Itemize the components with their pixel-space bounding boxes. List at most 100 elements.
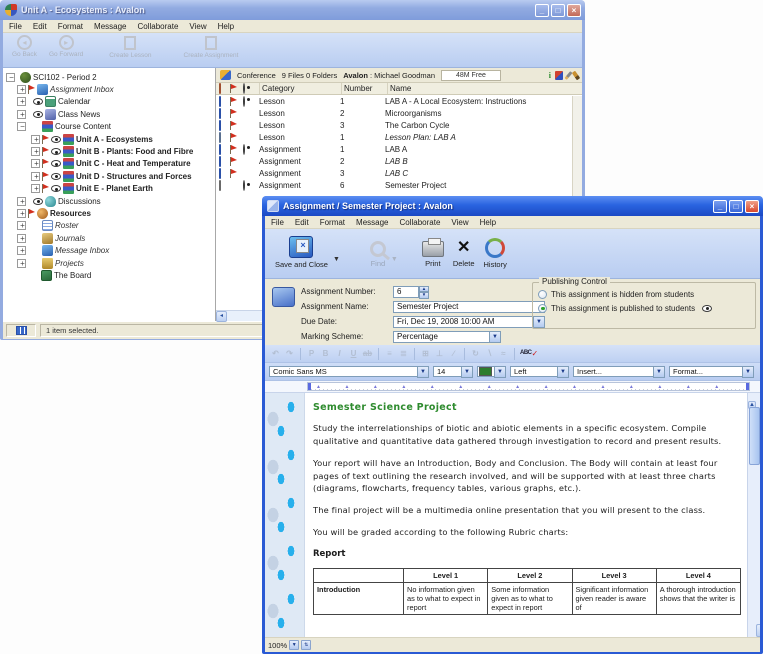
column-number[interactable]: Number [342, 84, 387, 93]
save-and-close-button[interactable]: Save and Close [273, 236, 330, 269]
tree-item-the-board[interactable]: The Board [3, 269, 215, 281]
expand-icon[interactable] [17, 110, 26, 119]
info-icon[interactable]: i [549, 71, 551, 80]
menu-file[interactable]: File [9, 22, 22, 31]
column-category[interactable]: Category [260, 84, 341, 93]
front-titlebar[interactable]: Assignment / Semester Project : Avalon _… [262, 196, 763, 216]
document-editor[interactable]: Semester Science Project Study the inter… [265, 393, 760, 637]
ruler[interactable] [265, 381, 760, 393]
outdent-icon[interactable]: ≡ [383, 347, 396, 360]
tree-item-projects[interactable]: Projects [3, 257, 215, 269]
document-vscrollbar[interactable]: ▲ ▼ [747, 393, 760, 637]
menu-collaborate[interactable]: Collaborate [138, 22, 179, 31]
view-mode-icon[interactable] [16, 326, 27, 335]
radio-published-option[interactable]: This assignment is published to students [538, 301, 751, 315]
document-content[interactable]: Semester Science Project Study the inter… [313, 393, 742, 637]
file-row[interactable]: Lesson 3 The Carbon Cycle [216, 119, 582, 131]
go-forward-button[interactable]: ▸ Go Forward [46, 35, 86, 58]
menu-format[interactable]: Format [320, 218, 345, 227]
create-assignment-button[interactable]: Create Assignment [181, 35, 242, 59]
zoom-dropdown-icon[interactable]: ▼ [289, 640, 299, 650]
spellcheck-icon[interactable]: ABC [519, 347, 533, 360]
marking-scheme-select[interactable]: Percentage ▼ [393, 331, 501, 343]
tree-item-roster[interactable]: Roster [3, 220, 215, 232]
due-date-select[interactable]: Fri, Dec 19, 2008 10:00 AM ▼ [393, 316, 545, 328]
expand-icon[interactable] [17, 85, 26, 94]
flag-column-icon[interactable] [230, 84, 231, 93]
close-button[interactable]: × [567, 4, 581, 17]
collapse-icon[interactable] [17, 122, 26, 131]
scrollbar-thumb[interactable] [749, 407, 760, 465]
radio-selected-icon[interactable] [538, 304, 547, 313]
tree-item-course-content[interactable]: Course Content [3, 121, 215, 133]
menu-help[interactable]: Help [218, 22, 234, 31]
expand-icon[interactable] [31, 147, 40, 156]
tree-item-message-inbox[interactable]: Message Inbox [3, 244, 215, 256]
format-select[interactable]: Format... ▼ [669, 366, 754, 378]
tree-item-discussions[interactable]: Discussions [3, 195, 215, 207]
chevron-down-icon[interactable]: ▼ [653, 366, 665, 378]
minimize-button[interactable]: _ [535, 4, 549, 17]
expand-icon[interactable] [17, 221, 26, 230]
left-indent-marker[interactable] [308, 383, 311, 391]
save-dropdown-icon[interactable]: ▼ [333, 256, 340, 263]
font-family-select[interactable]: Comic Sans MS ▼ [269, 366, 429, 378]
indent-icon[interactable]: ≣ [397, 347, 410, 360]
menu-message[interactable]: Message [94, 22, 126, 31]
tree-item-unit-c[interactable]: Unit C - Heat and Temperature [3, 158, 215, 170]
collapse-icon[interactable] [6, 73, 15, 82]
tree-item-unit-b[interactable]: Unit B - Plants: Food and Fibre [3, 145, 215, 157]
maximize-button[interactable]: □ [729, 200, 743, 213]
insert-table-icon[interactable]: ⊞ [419, 347, 432, 360]
expand-icon[interactable] [17, 97, 26, 106]
file-row[interactable]: Lesson 1 LAB A - A Local Ecosystem: Inst… [216, 95, 582, 107]
font-size-select[interactable]: 14 ▼ [433, 366, 473, 378]
print-button[interactable]: Print [420, 237, 446, 268]
expand-icon[interactable] [31, 172, 40, 181]
chevron-down-icon[interactable]: ▼ [742, 366, 754, 378]
close-button[interactable]: × [745, 200, 759, 213]
paragraph-icon[interactable]: P [305, 347, 318, 360]
expand-icon[interactable] [17, 209, 26, 218]
menu-edit[interactable]: Edit [33, 22, 47, 31]
align-select[interactable]: Left ▼ [510, 366, 569, 378]
underline-icon[interactable]: U [347, 347, 360, 360]
tree-item-unit-e[interactable]: Unit E - Planet Earth [3, 183, 215, 195]
expand-icon[interactable] [31, 184, 40, 193]
chevron-down-icon[interactable]: ▼ [494, 366, 506, 378]
file-row[interactable]: Assignment 3 LAB C [216, 168, 582, 180]
zoom-spinner[interactable]: ⇅ [301, 640, 311, 650]
expand-icon[interactable] [31, 159, 40, 168]
menu-view[interactable]: View [189, 22, 206, 31]
insert-select[interactable]: Insert... ▼ [573, 366, 665, 378]
expand-icon[interactable] [17, 259, 26, 268]
tree-item-class-news[interactable]: Class News [3, 108, 215, 120]
tree-item-resources[interactable]: Resources [3, 207, 215, 219]
font-color-select[interactable]: ▼ [477, 366, 506, 378]
refresh-icon[interactable]: ↻ [469, 347, 482, 360]
right-indent-marker[interactable] [746, 383, 749, 391]
highlight-icon[interactable]: ≈ [497, 347, 510, 360]
back-titlebar[interactable]: Unit A - Ecosystems : Avalon _ □ × [0, 0, 585, 20]
minimize-button[interactable]: _ [713, 200, 727, 213]
menu-format[interactable]: Format [58, 22, 83, 31]
menu-view[interactable]: View [451, 218, 468, 227]
menu-message[interactable]: Message [356, 218, 388, 227]
menu-help[interactable]: Help [480, 218, 496, 227]
strikethrough-icon[interactable]: ab [361, 347, 374, 360]
chevron-down-icon[interactable]: ▼ [417, 366, 429, 378]
pencil-icon[interactable]: ∕ [447, 347, 460, 360]
delete-button[interactable]: ✕ Delete [451, 237, 477, 268]
column-name[interactable]: Name [388, 84, 582, 93]
menu-file[interactable]: File [271, 218, 284, 227]
file-row[interactable]: Assignment 1 LAB A [216, 143, 582, 155]
file-row[interactable]: Lesson 1 Lesson Plan: LAB A [216, 131, 582, 143]
bold-icon[interactable]: B [319, 347, 332, 360]
expand-icon[interactable] [17, 234, 26, 243]
chevron-down-icon[interactable]: ▼ [461, 366, 473, 378]
file-row-selected[interactable]: Assignment 6 Semester Project [216, 180, 582, 192]
go-back-button[interactable]: ◂ Go Back [9, 35, 40, 58]
italic-icon[interactable]: I [333, 347, 346, 360]
history-button[interactable]: History [482, 237, 509, 269]
expand-icon[interactable] [17, 197, 26, 206]
